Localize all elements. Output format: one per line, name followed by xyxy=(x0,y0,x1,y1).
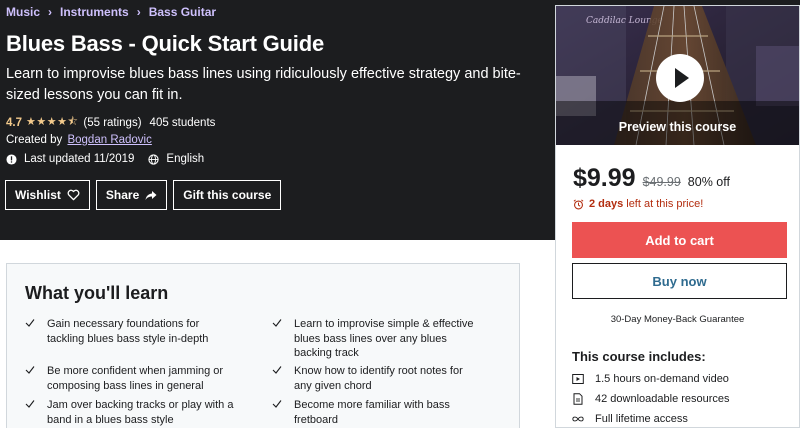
infinity-icon xyxy=(572,416,584,422)
play-icon[interactable] xyxy=(656,54,704,102)
alarm-clock-icon xyxy=(573,199,584,209)
share-label: Share xyxy=(105,188,140,202)
include-label: 42 downloadable resources xyxy=(595,393,730,405)
course-preview[interactable]: Caddilac Lounge Preview this course xyxy=(556,6,799,145)
include-label: Full lifetime access xyxy=(595,413,688,425)
rating-row: 4.7 ★★★★⯪ (55 ratings) 405 students xyxy=(6,113,215,132)
check-icon xyxy=(272,366,282,374)
breadcrumb: Music › Instruments › Bass Guitar xyxy=(6,5,216,19)
check-icon xyxy=(272,319,282,327)
list-item: 42 downloadable resources xyxy=(572,389,730,409)
course-title: Blues Bass - Quick Start Guide xyxy=(6,31,324,56)
check-icon xyxy=(272,400,282,408)
wishlist-button[interactable]: Wishlist xyxy=(5,180,90,210)
includes-list: 1.5 hours on-demand video 42 downloadabl… xyxy=(572,369,730,428)
heart-icon xyxy=(67,189,80,201)
learn-item: Become more familiar with bass fretboard xyxy=(272,398,482,427)
list-item: Full lifetime access xyxy=(572,409,730,428)
learn-item: Know how to identify root notes for any … xyxy=(272,364,482,393)
breadcrumb-bass-guitar[interactable]: Bass Guitar xyxy=(149,5,216,19)
list-item: 1.5 hours on-demand video xyxy=(572,369,730,389)
current-price: $9.99 xyxy=(573,164,636,192)
video-icon xyxy=(572,374,584,384)
preview-label[interactable]: Preview this course xyxy=(556,120,799,134)
learn-item: Jam over backing tracks or play with a b… xyxy=(25,398,235,427)
course-meta: Last updated 11/2019 English xyxy=(6,153,204,165)
course-actions: Wishlist Share Gift this course xyxy=(5,180,282,210)
chevron-right-icon: › xyxy=(48,5,53,19)
check-icon xyxy=(25,319,35,327)
learn-item: Gain necessary foundations for tackling … xyxy=(25,317,235,346)
timer-days: 2 days xyxy=(589,198,624,210)
learn-title: What you'll learn xyxy=(25,283,169,303)
file-icon xyxy=(573,393,583,405)
star-rating-icon: ★★★★⯪ xyxy=(26,116,79,128)
last-updated: Last updated 11/2019 xyxy=(24,153,135,165)
breadcrumb-instruments[interactable]: Instruments xyxy=(60,5,129,19)
chevron-right-icon: › xyxy=(136,5,141,19)
discount-percent: 80% off xyxy=(687,175,730,189)
learn-item-text: Know how to identify root notes for any … xyxy=(294,365,463,392)
wishlist-label: Wishlist xyxy=(15,188,61,202)
timer-text: left at this price! xyxy=(626,198,704,210)
share-button[interactable]: Share xyxy=(95,180,168,210)
students-count: 405 students xyxy=(149,116,216,129)
include-label: 1.5 hours on-demand video xyxy=(595,373,729,385)
includes-title: This course includes: xyxy=(572,349,706,364)
learn-item: Learn to improvise simple & effective bl… xyxy=(272,317,482,361)
purchase-card: Caddilac Lounge Preview this course $9.9… xyxy=(555,5,800,428)
check-icon xyxy=(25,400,35,408)
original-price: $49.99 xyxy=(642,175,681,189)
buy-now-button[interactable]: Buy now xyxy=(572,263,787,299)
rating-value: 4.7 xyxy=(6,116,22,129)
instructor-link[interactable]: Bogdan Radovic xyxy=(67,134,151,146)
share-arrow-icon xyxy=(145,190,157,200)
check-icon xyxy=(25,366,35,374)
price-row: $9.99 $49.99 80% off xyxy=(573,164,730,193)
price-timer: 2 days left at this price! xyxy=(573,198,703,210)
money-back-guarantee: 30-Day Money-Back Guarantee xyxy=(610,314,745,325)
created-by-label: Created by xyxy=(6,134,63,146)
gift-course-button[interactable]: Gift this course xyxy=(173,180,282,210)
alert-badge-icon xyxy=(6,153,17,165)
learn-item: Be more confident when jamming or compos… xyxy=(25,364,235,393)
gift-label: Gift this course xyxy=(183,188,272,202)
ratings-count-link[interactable]: (55 ratings) xyxy=(83,117,141,129)
learn-item-text: Gain necessary foundations for tackling … xyxy=(47,318,209,345)
course-subtitle: Learn to improvise blues bass lines usin… xyxy=(6,66,521,103)
learn-item-text: Learn to improvise simple & effective bl… xyxy=(294,318,474,359)
learn-item-text: Be more confident when jamming or compos… xyxy=(47,365,224,392)
course-language: English xyxy=(166,153,205,165)
learn-item-text: Become more familiar with bass fretboard xyxy=(294,399,450,426)
learn-item-text: Jam over backing tracks or play with a b… xyxy=(47,399,234,426)
what-youll-learn: What you'll learn Gain necessary foundat… xyxy=(6,263,520,428)
add-to-cart-button[interactable]: Add to cart xyxy=(572,222,787,258)
breadcrumb-music[interactable]: Music xyxy=(6,5,40,19)
globe-icon xyxy=(148,153,160,165)
created-by: Created by Bogdan Radovic xyxy=(6,134,152,146)
